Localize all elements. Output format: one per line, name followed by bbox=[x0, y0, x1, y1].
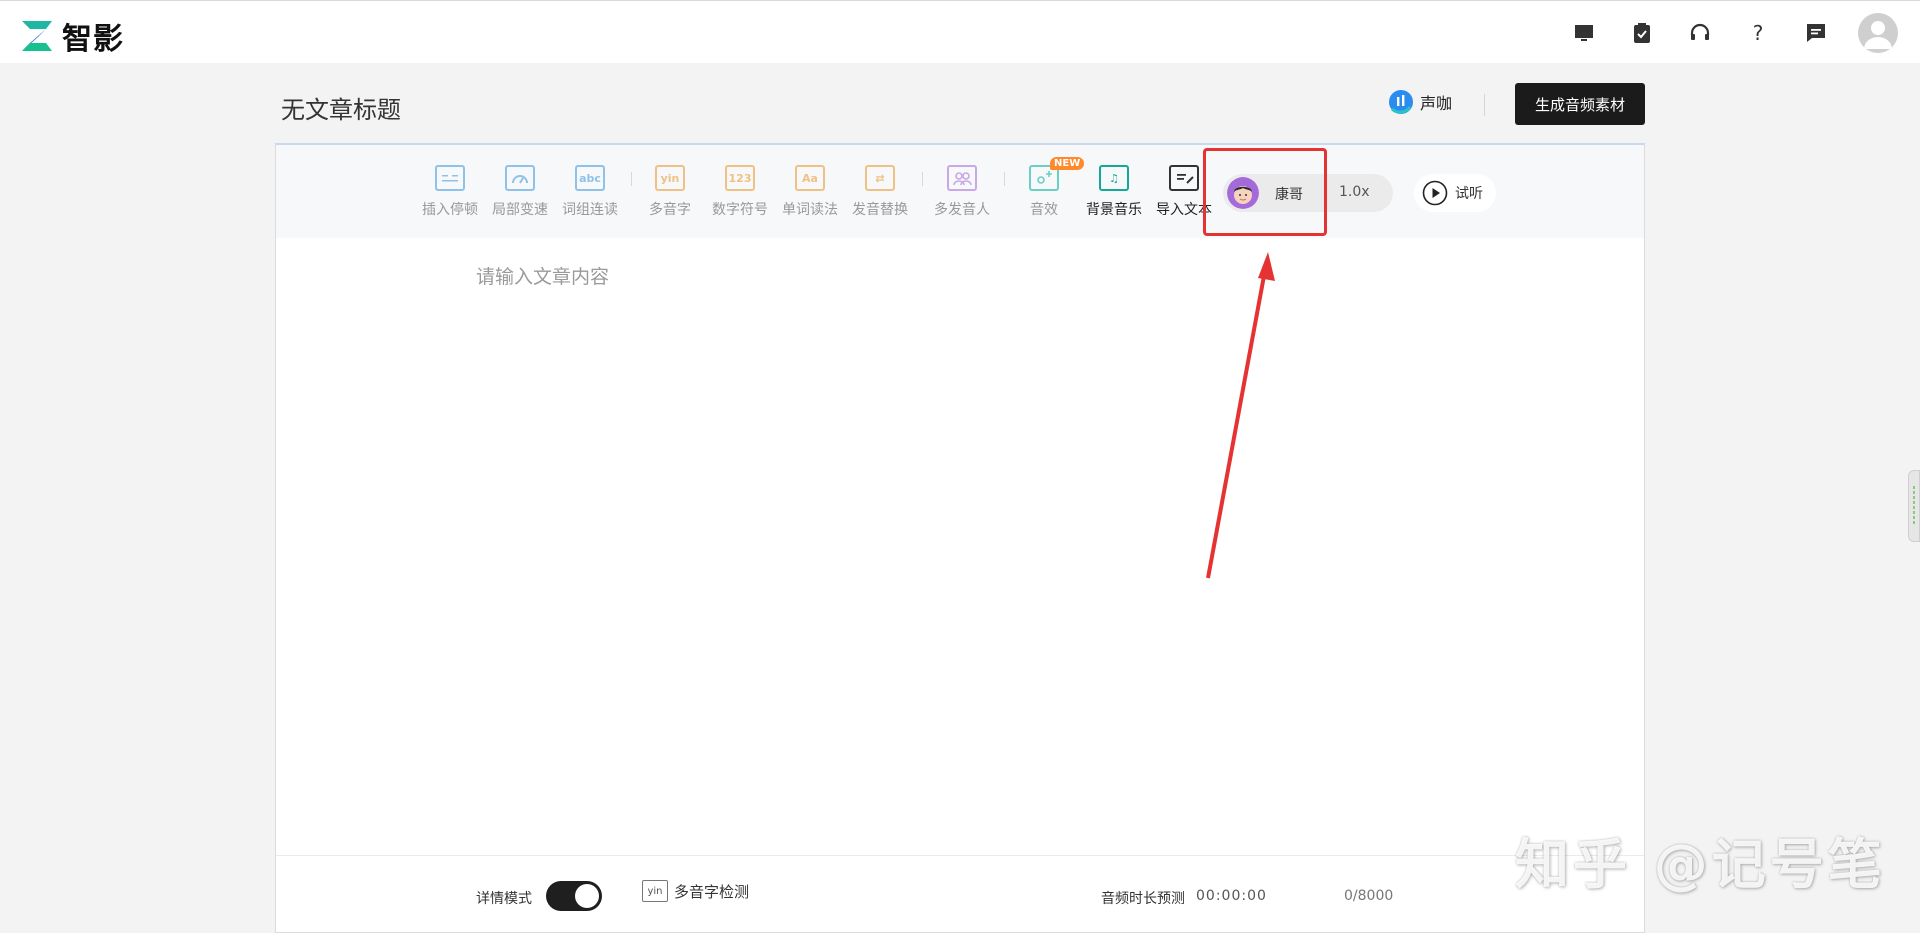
user-avatar[interactable] bbox=[1858, 13, 1898, 53]
toolbar-divider bbox=[1004, 172, 1005, 186]
tool-background-music[interactable]: ♫ 背景音乐 bbox=[1082, 165, 1146, 219]
char-count: 0/8000 bbox=[1344, 888, 1394, 904]
header-divider bbox=[1484, 94, 1485, 116]
tool-label: 词组连读 bbox=[562, 202, 618, 218]
tool-local-speed[interactable]: 局部变速 bbox=[488, 165, 552, 219]
multi-speaker-icon bbox=[947, 165, 977, 191]
speed-gauge-icon bbox=[505, 165, 535, 191]
tool-pronunciation-replace[interactable]: ⇄ 发音替换 bbox=[848, 165, 912, 219]
side-panel-handle[interactable] bbox=[1908, 470, 1920, 542]
number-icon: 123 bbox=[725, 165, 755, 191]
help-icon[interactable]: ? bbox=[1738, 13, 1778, 53]
tool-insert-pause[interactable]: 插入停顿 bbox=[418, 165, 482, 219]
detail-mode-label: 详情模式 bbox=[476, 891, 532, 907]
editor-toolbar: 插入停顿 局部变速 abc 词组连读 yin 多音字 123 数字符号 Aa 单… bbox=[276, 145, 1644, 238]
app-logo[interactable]: 智影 bbox=[20, 14, 124, 58]
tool-multi-speaker[interactable]: 多发音人 bbox=[930, 165, 994, 219]
article-content-input[interactable]: 请输入文章内容 bbox=[476, 262, 609, 289]
app-name: 智影 bbox=[62, 22, 124, 57]
editor-footer: 详情模式 yin 多音字检测 音频时长预测 00:00:00 0/8000 bbox=[276, 855, 1644, 933]
tool-word-pronunciation[interactable]: Aa 单词读法 bbox=[778, 165, 842, 219]
zhiying-logo-icon bbox=[22, 21, 52, 51]
watermark-text: 知乎 @记号笔 bbox=[1515, 833, 1886, 896]
tool-label: 多音字 bbox=[649, 202, 691, 218]
word-aa-icon: Aa bbox=[795, 165, 825, 191]
toolbar-divider bbox=[922, 172, 923, 186]
yin-icon: yin bbox=[655, 165, 685, 191]
generate-audio-button[interactable]: 生成音频素材 bbox=[1515, 83, 1645, 125]
tool-label: 数字符号 bbox=[712, 202, 768, 218]
tool-label: 单词读法 bbox=[782, 202, 838, 218]
message-icon[interactable] bbox=[1796, 13, 1836, 53]
tool-label: 局部变速 bbox=[492, 202, 548, 218]
document-title[interactable]: 无文章标题 bbox=[281, 90, 401, 125]
speed-value[interactable]: 1.0x bbox=[1339, 184, 1370, 200]
polyphone-check-button[interactable]: yin 多音字检测 bbox=[642, 880, 749, 902]
toggle-knob bbox=[575, 884, 599, 908]
tool-label: 插入停顿 bbox=[422, 202, 478, 218]
toolbar-divider bbox=[631, 172, 632, 186]
top-navbar: 智影 ? bbox=[0, 0, 1920, 63]
tool-polyphone[interactable]: yin 多音字 bbox=[638, 165, 702, 219]
duration-value: 00:00:00 bbox=[1196, 888, 1267, 904]
duration-label: 音频时长预测 bbox=[1101, 891, 1185, 907]
editor-card: 插入停顿 局部变速 abc 词组连读 yin 多音字 123 数字符号 Aa 单… bbox=[275, 143, 1645, 933]
abc-icon: abc bbox=[575, 165, 605, 191]
annotation-highlight-box bbox=[1203, 148, 1327, 236]
monitor-icon[interactable] bbox=[1564, 13, 1604, 53]
yin-check-icon: yin bbox=[642, 880, 668, 902]
shengka-label: 声咖 bbox=[1420, 94, 1453, 113]
tool-label: 多发音人 bbox=[934, 202, 990, 218]
play-icon bbox=[1422, 180, 1448, 206]
shengka-logo-icon bbox=[1389, 90, 1413, 114]
clipboard-check-icon[interactable] bbox=[1622, 13, 1662, 53]
tool-label: 背景音乐 bbox=[1086, 202, 1142, 218]
headset-icon[interactable] bbox=[1680, 13, 1720, 53]
shengka-link[interactable]: 声咖 bbox=[1388, 89, 1452, 115]
tool-sound-effect[interactable]: NEW 音效 bbox=[1012, 157, 1085, 219]
music-note-icon: ♫ bbox=[1099, 165, 1129, 191]
new-badge: NEW bbox=[1050, 157, 1085, 170]
tool-label: 音效 bbox=[1030, 202, 1058, 218]
tool-number-symbol[interactable]: 123 数字符号 bbox=[708, 165, 772, 219]
preview-label: 试听 bbox=[1455, 186, 1483, 202]
svg-text:?: ? bbox=[1753, 21, 1764, 45]
polyphone-check-label: 多音字检测 bbox=[674, 882, 750, 901]
pause-insert-icon bbox=[435, 165, 465, 191]
preview-play-button[interactable]: 试听 bbox=[1414, 174, 1496, 212]
replace-icon: ⇄ bbox=[865, 165, 895, 191]
tool-phrase-link[interactable]: abc 词组连读 bbox=[558, 165, 622, 219]
import-text-icon bbox=[1169, 165, 1199, 191]
detail-mode-toggle[interactable] bbox=[546, 881, 602, 911]
tool-label: 发音替换 bbox=[852, 202, 908, 218]
